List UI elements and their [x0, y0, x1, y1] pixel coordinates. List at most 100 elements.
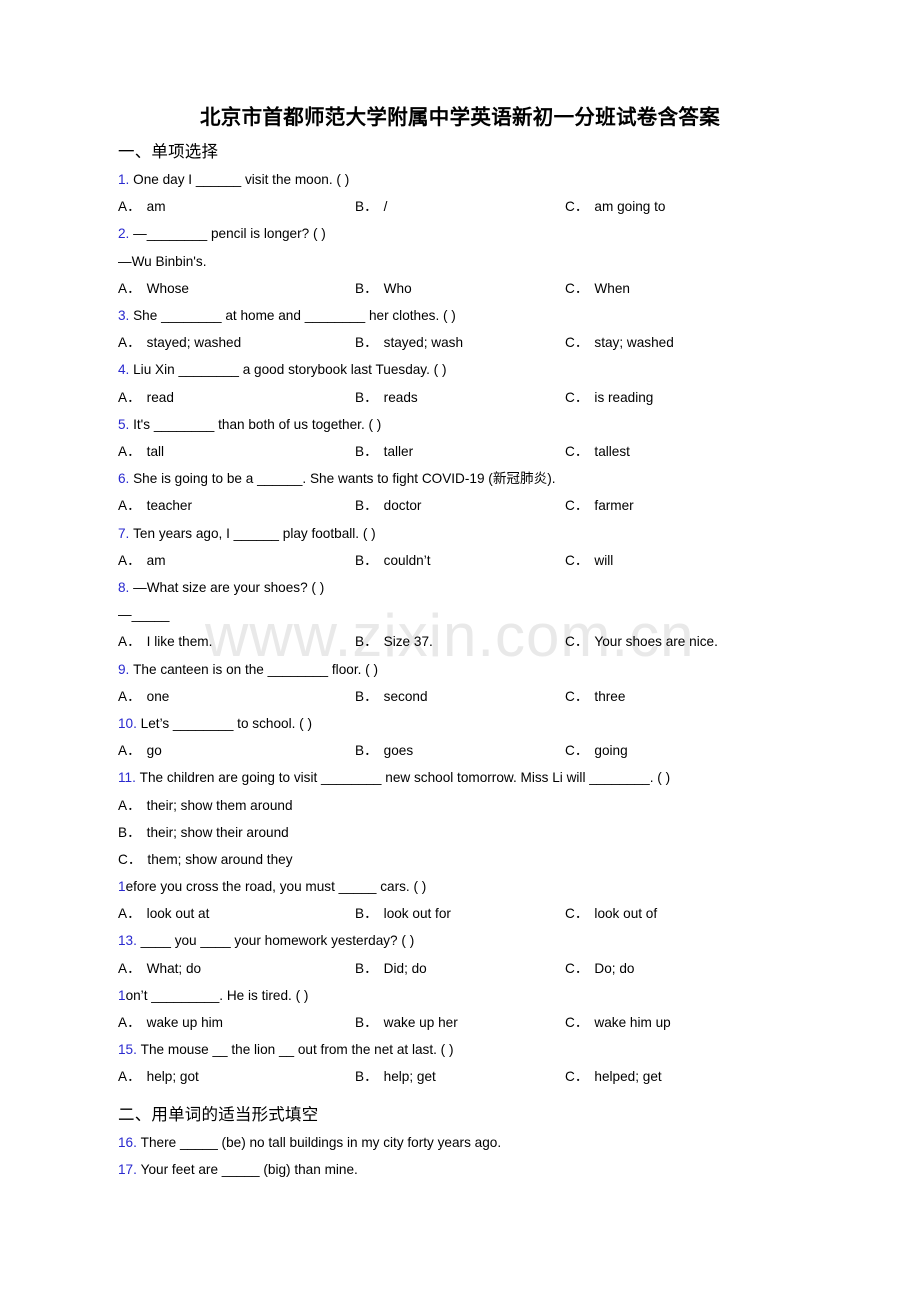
option-text: Who — [383, 280, 412, 296]
option-choice[interactable]: C． farmer — [565, 492, 634, 519]
question-continuation: —_____ — [118, 607, 170, 623]
option-choice[interactable]: B． Who — [355, 275, 412, 302]
option-text: tall — [146, 443, 165, 459]
option-choice[interactable]: A． tall — [118, 438, 164, 465]
question-number: 1 — [118, 987, 126, 1003]
option-choice[interactable]: B． taller — [355, 438, 413, 465]
option-choice[interactable]: C． is reading — [565, 384, 653, 411]
option-text: look out at — [146, 906, 210, 922]
option-text: help; got — [146, 1069, 199, 1085]
question-line: 17. Your feet are _____ (big) than mine. — [0, 1156, 920, 1183]
question-number: 3. — [118, 307, 130, 323]
option-text: one — [146, 688, 170, 704]
option-text: wake him up — [594, 1015, 671, 1031]
option-text: read — [146, 389, 174, 405]
option-choice[interactable]: A． teacher — [118, 492, 192, 519]
option-choice[interactable]: A． look out at — [118, 900, 209, 927]
option-text: go — [146, 743, 162, 759]
option-choice[interactable]: A． wake up him — [118, 1009, 223, 1036]
question-stem: efore you cross the road, you must _____… — [125, 879, 427, 895]
option-choice[interactable]: A． read — [118, 384, 174, 411]
option-choice[interactable]: C． will — [565, 547, 613, 574]
option-letter: C． — [565, 498, 589, 514]
question-number: 13. — [118, 933, 137, 949]
option-letter: C． — [565, 552, 589, 568]
option-text: Do; do — [594, 960, 635, 976]
option-choice[interactable]: C． Your shoes are nice. — [565, 628, 718, 655]
option-text: three — [594, 688, 626, 704]
option-choice[interactable]: B． Did; do — [355, 955, 427, 982]
option-letter: A． — [118, 743, 141, 759]
question-number: 4. — [118, 362, 130, 378]
option-choice[interactable]: C． stay; washed — [565, 329, 674, 356]
option-choice[interactable]: B． look out for — [355, 900, 451, 927]
option-choice[interactable]: B． couldn’t — [355, 547, 431, 574]
option-choice[interactable]: B． help; get — [355, 1063, 436, 1090]
question-stem: One day I ______ visit the moon. ( ) — [129, 172, 350, 187]
option-choice[interactable]: C． three — [565, 683, 625, 710]
option-letter: A． — [118, 1069, 141, 1085]
option-choice[interactable]: C． Do; do — [565, 955, 634, 982]
option-choice[interactable]: C． going — [565, 737, 628, 764]
option-choice[interactable]: A． help; got — [118, 1063, 199, 1090]
option-choice[interactable]: A． What; do — [118, 955, 201, 982]
question-line: 11. The children are going to visit ____… — [0, 764, 920, 791]
question-number: 1. — [118, 172, 130, 187]
option-choice[interactable]: A． stayed; washed — [118, 329, 241, 356]
question-line: 1efore you cross the road, you must ____… — [0, 873, 920, 900]
question-number: 10. — [118, 715, 137, 731]
option-text: reads — [383, 389, 418, 405]
option-choice[interactable]: C． am going to — [565, 193, 665, 220]
option-choice[interactable]: B． / — [355, 193, 387, 220]
question-line: 8. —What size are your shoes? ( ) — [0, 574, 920, 601]
question-stem: Your feet are _____ (big) than mine. — [136, 1161, 358, 1177]
question-line: 16. There _____ (be) no tall buildings i… — [0, 1129, 920, 1156]
option-choice[interactable]: A． their; show them around — [0, 792, 920, 819]
option-letter: A． — [118, 443, 141, 459]
sections-container: 一、单项选择 1. One day I ______ visit the moon… — [0, 132, 920, 1183]
option-text: stayed; washed — [146, 335, 242, 351]
option-letter: A． — [118, 498, 141, 514]
option-letter: C． — [565, 389, 589, 405]
question-line: 1. One day I ______ visit the moon. ( ) — [0, 166, 920, 193]
question-number: 17. — [118, 1161, 137, 1177]
options-row: A． I like them. B． Size 37. C． Your shoes are… — [0, 628, 920, 655]
option-choice[interactable]: C． look out of — [565, 900, 657, 927]
option-choice[interactable]: C． them; show around they — [0, 846, 920, 873]
option-choice[interactable]: C． wake him up — [565, 1009, 671, 1036]
option-choice[interactable]: B． goes — [355, 737, 413, 764]
option-letter: C． — [565, 280, 589, 296]
option-text: helped; get — [594, 1069, 662, 1085]
option-choice[interactable]: A． am — [118, 193, 166, 220]
options-row: A． read B． reads C． is reading — [0, 384, 920, 411]
option-choice[interactable]: A． one — [118, 683, 169, 710]
question-number: 1 — [118, 879, 126, 895]
option-text: help; get — [383, 1069, 436, 1085]
option-text: tallest — [594, 443, 630, 459]
option-choice[interactable]: B． their; show their around — [0, 819, 920, 846]
option-choice[interactable]: A． Whose — [118, 275, 189, 302]
option-choice[interactable]: A． go — [118, 737, 162, 764]
option-letter: A． — [118, 389, 141, 405]
option-choice[interactable]: C． helped; get — [565, 1063, 662, 1090]
question-stem: Liu Xin ________ a good storybook last T… — [129, 362, 447, 378]
option-choice[interactable]: B． wake up her — [355, 1009, 458, 1036]
options-row: A． tall B． taller C． tallest — [0, 438, 920, 465]
option-choice[interactable]: B． second — [355, 683, 428, 710]
option-choice[interactable]: B． reads — [355, 384, 418, 411]
option-choice[interactable]: A． I like them. — [118, 628, 212, 655]
option-choice[interactable]: C． tallest — [565, 438, 630, 465]
options-row: A． wake up him B． wake up her C． wake him up — [0, 1009, 920, 1036]
question-stem: There _____ (be) no tall buildings in my… — [136, 1134, 502, 1150]
option-choice[interactable]: B． doctor — [355, 492, 421, 519]
option-choice[interactable]: B． stayed; wash — [355, 329, 463, 356]
option-choice[interactable]: B． Size 37. — [355, 628, 433, 655]
option-choice[interactable]: A． am — [118, 547, 166, 574]
options-row: A． help; got B． help; get C． helped; get — [0, 1063, 920, 1090]
options-row: A． one B． second C． three — [0, 683, 920, 710]
option-text: am — [146, 199, 166, 215]
option-choice[interactable]: C． When — [565, 275, 630, 302]
option-letter: C． — [118, 851, 142, 867]
options-row: A． What; do B． Did; do C． Do; do — [0, 955, 920, 982]
option-letter: C． — [565, 1069, 589, 1085]
